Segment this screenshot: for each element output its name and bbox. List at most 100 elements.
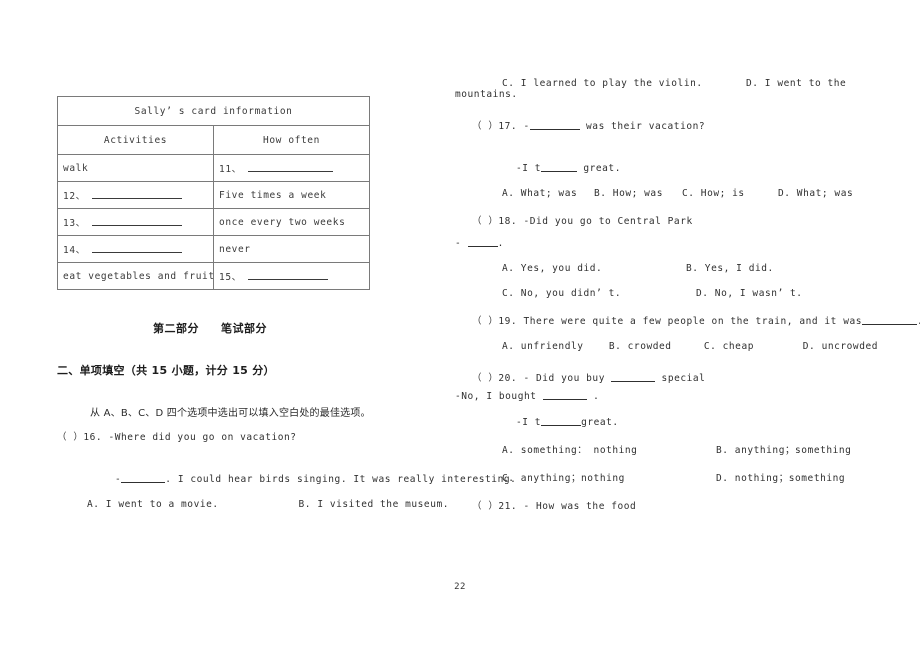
part-two-heading: 第二部分 笔试部分 <box>57 320 449 336</box>
question-18-stem: （ ）18. -Did you go to Central Park <box>458 213 878 227</box>
question-17-answer-blank[interactable] <box>541 162 578 172</box>
question-18-blank[interactable] <box>467 237 498 247</box>
cell-how-often-text: Five times a week <box>219 189 327 201</box>
cell-activity-text: eat vegetables and fruit <box>63 270 214 282</box>
cell-how-often-text: 15、 <box>219 272 242 283</box>
question-18-answer-prefix: - <box>455 238 462 249</box>
cell-activity: eat vegetables and fruit <box>57 262 214 290</box>
sally-card-information-table: Sally’ s card information Activities How… <box>57 96 370 290</box>
fill-in-blank-13[interactable] <box>92 216 183 226</box>
question-17-stem: （ ）17. - was their vacation? <box>458 118 878 132</box>
cell-activity-text: walk <box>63 162 89 174</box>
question-20-reply-prefix: -No, I bought <box>455 391 537 402</box>
fill-in-blank-15[interactable] <box>248 270 329 280</box>
table-title-row: Sally’ s card information <box>57 96 370 126</box>
question-20-option-c[interactable]: C. anything；nothing <box>502 470 716 484</box>
table-header-activities: Activities <box>57 125 214 155</box>
question-16-option-b[interactable]: B. I visited the museum. <box>299 499 449 510</box>
question-18-option-d[interactable]: D. No, I wasn’ t. <box>696 288 803 299</box>
question-20-option-a[interactable]: A. something： nothing <box>502 442 716 456</box>
question-18-option-a[interactable]: A. Yes, you did. <box>502 263 686 274</box>
part-two-sublabel: 笔试部分 <box>221 322 267 335</box>
question-18-stem-text: -Did you go to Central Park <box>523 216 693 227</box>
question-20-stem: （ ）20. - Did you buy special <box>458 370 878 384</box>
table-header-row: Activities How often <box>57 125 370 155</box>
question-17-option-d[interactable]: D. What; was <box>778 188 853 199</box>
question-17-answer-suffix: great. <box>583 163 621 174</box>
answer-instruction: 从 A、B、C、D 四个选项中选出可以填入空白处的最佳选项。 <box>90 408 371 419</box>
question-21-marker[interactable]: （ ）21. <box>472 501 517 512</box>
cell-activity-text: 13、 <box>63 218 86 229</box>
cell-activity: walk <box>57 154 214 182</box>
question-18-options-ab: A. Yes, you did. B. Yes, I did. <box>458 263 878 274</box>
question-16-answer: -. I could hear birds singing. It was re… <box>57 473 516 485</box>
cell-activity: 13、 <box>57 208 214 236</box>
question-17-options: A. What; was B. How; was C. How; is D. W… <box>458 188 878 199</box>
question-19-option-c[interactable]: C. cheap <box>704 341 803 352</box>
question-18-answer-suffix: . <box>497 238 504 249</box>
cell-how-often: never <box>213 235 370 263</box>
cell-activity: 14、 <box>57 235 214 263</box>
fill-in-blank-14[interactable] <box>92 243 183 253</box>
question-19-option-a[interactable]: A. unfriendly <box>502 341 609 352</box>
question-20-reply: -No, I bought . <box>455 390 878 402</box>
question-20-options-cd: C. anything；nothing D. nothing；something <box>458 470 878 484</box>
table-row: 13、 once every two weeks <box>57 208 370 236</box>
question-17-blank[interactable] <box>529 120 580 130</box>
question-16-marker[interactable]: （ ）16. <box>57 432 102 443</box>
question-20-answer-suffix: great. <box>581 417 619 428</box>
table-header-how-often: How often <box>213 125 370 155</box>
question-20-blank-2[interactable] <box>542 390 587 400</box>
cell-how-often-text: never <box>219 243 251 255</box>
question-16-stem: （ ）16. -Where did you go on vacation? <box>57 429 449 443</box>
cell-how-often: once every two weeks <box>213 208 370 236</box>
fill-in-blank-12[interactable] <box>92 189 183 199</box>
question-17-option-a[interactable]: A. What; was <box>502 188 594 199</box>
question-20-stem-prefix: - Did you buy <box>523 373 605 384</box>
question-19-option-d[interactable]: D. uncrowded <box>803 341 878 352</box>
question-21-stem-text: - How was the food <box>523 501 637 512</box>
question-20-option-b[interactable]: B. anything；something <box>716 442 851 456</box>
cell-how-often: 11、 <box>213 154 370 182</box>
question-19-options: A. unfriendly B. crowded C. cheap D. unc… <box>458 341 878 352</box>
document-page: Sally’ s card information Activities How… <box>0 0 920 650</box>
fill-in-blank-11[interactable] <box>248 162 334 172</box>
question-21-stem: （ ）21. - How was the food <box>458 498 878 512</box>
question-19-marker[interactable]: （ ）19. <box>472 316 517 327</box>
cell-how-often: 15、 <box>213 262 370 290</box>
question-19-option-b[interactable]: B. crowded <box>609 341 704 352</box>
left-column: Sally’ s card information Activities How… <box>57 96 516 510</box>
question-16-option-d[interactable]: D. I went to the <box>746 78 846 89</box>
question-19-stem: （ ）19. There were quite a few people on … <box>458 313 920 327</box>
question-18-answer: - . <box>455 237 878 249</box>
question-17-marker[interactable]: （ ）17. <box>472 121 517 132</box>
question-18-marker[interactable]: （ ）18. <box>472 216 517 227</box>
section-two-heading: 二、单项填空（共 15 小题，计分 15 分） <box>57 364 275 377</box>
cell-activity-text: 12、 <box>63 191 86 202</box>
cell-how-often: Five times a week <box>213 181 370 209</box>
question-16-option-c[interactable]: C. I learned to play the violin. <box>502 78 746 89</box>
question-19-blank[interactable] <box>862 315 918 325</box>
question-20-answer-prefix: -I t <box>516 417 542 428</box>
question-17-answer: -I t great. <box>458 162 878 174</box>
table-row: 14、 never <box>57 235 370 263</box>
question-17-stem-suffix: was their vacation? <box>586 121 706 132</box>
question-20-options-ab: A. something： nothing B. anything；someth… <box>458 442 878 456</box>
page-number: 22 <box>454 582 466 592</box>
question-17-option-c[interactable]: C. How; is <box>682 188 778 199</box>
cell-how-often-text: 11、 <box>219 164 242 175</box>
question-20-blank-1[interactable] <box>611 372 656 382</box>
table-row: eat vegetables and fruit 15、 <box>57 262 370 290</box>
question-20-reply-suffix: . <box>593 391 600 402</box>
question-17-answer-prefix: -I t <box>516 163 542 174</box>
question-18-option-b[interactable]: B. Yes, I did. <box>686 263 774 274</box>
question-20-answer-blank[interactable] <box>541 416 582 426</box>
question-20-option-d[interactable]: D. nothing；something <box>716 470 845 484</box>
question-17-option-b[interactable]: B. How; was <box>594 188 682 199</box>
question-16-option-a[interactable]: A. I went to a movie. <box>87 499 299 510</box>
question-16-option-d-wrap: mountains. <box>455 89 518 100</box>
cell-activity: 12、 <box>57 181 214 209</box>
question-16-blank[interactable] <box>121 473 166 483</box>
question-20-marker[interactable]: （ ）20. <box>472 373 517 384</box>
question-18-option-c[interactable]: C. No, you didn’ t. <box>502 288 696 299</box>
